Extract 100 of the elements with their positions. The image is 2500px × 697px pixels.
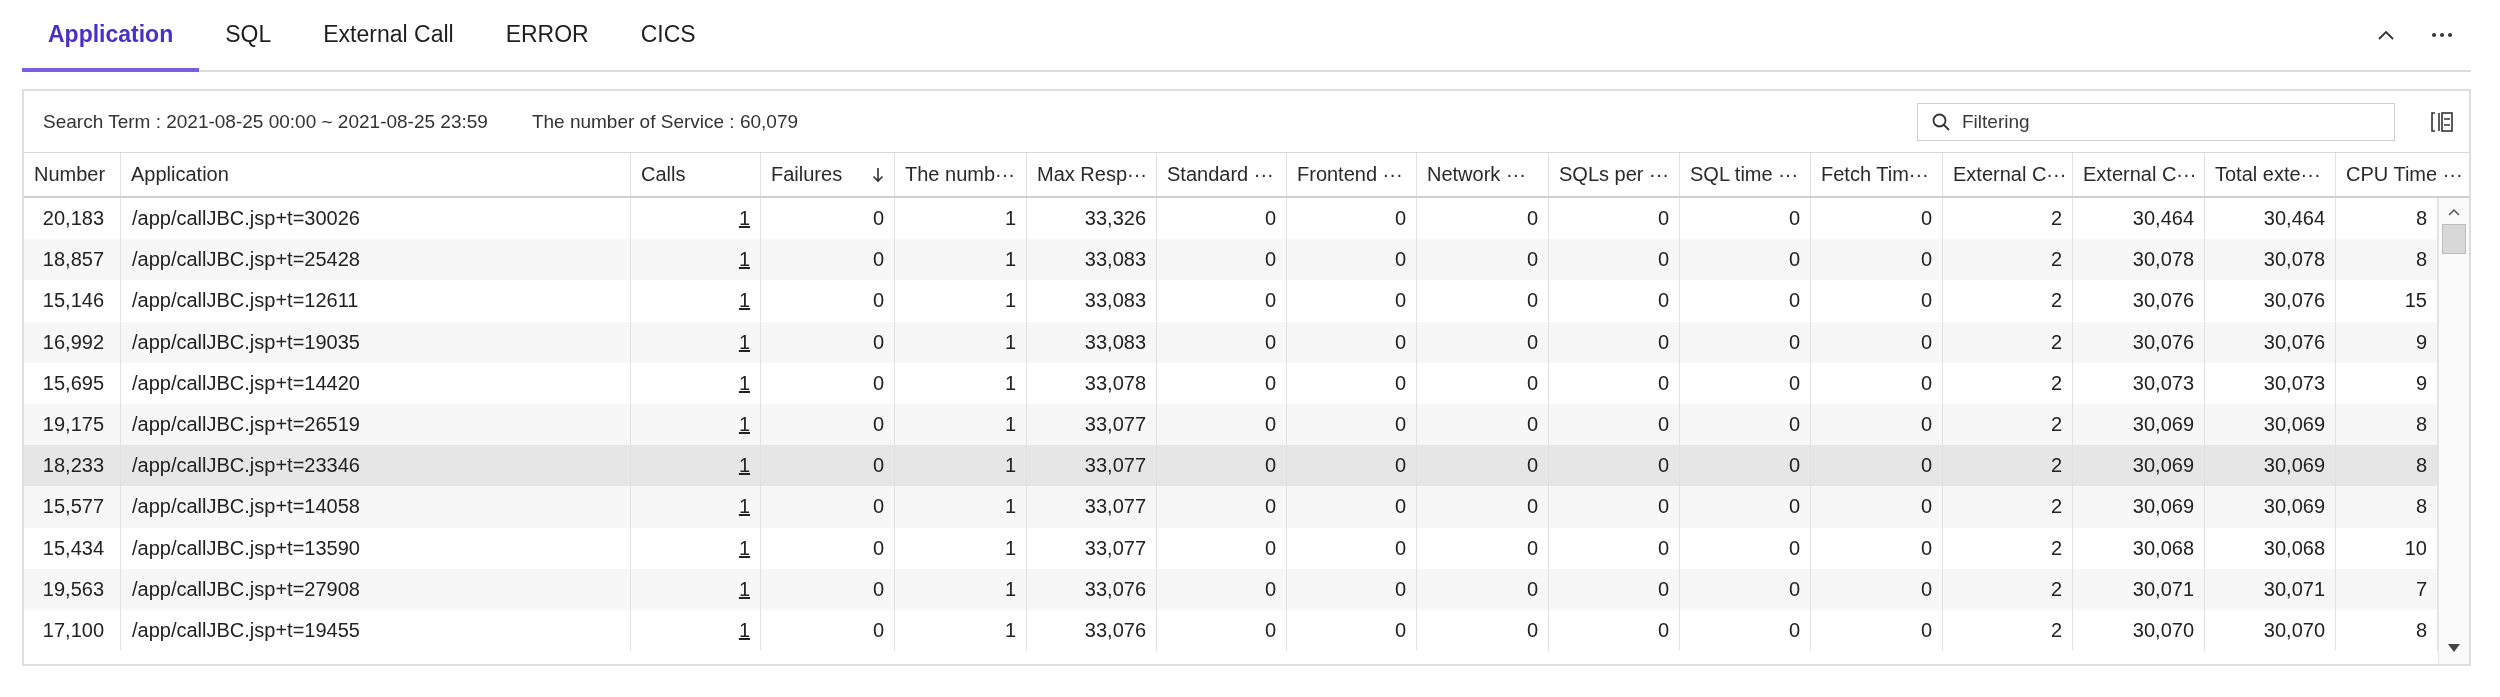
table-cell: 0 — [761, 527, 895, 569]
table-cell: 0 — [1417, 280, 1549, 322]
table-cell: 0 — [761, 568, 895, 610]
table-row[interactable]: 16,992 /app/callJBC.jsp+t=19035 1 0 1 33,083 0 0 0 0 0 0 2 30,076 30,076 9 — [24, 321, 2438, 363]
column-header[interactable]: The numb··· — [905, 163, 1016, 186]
table-cell: 0 — [1417, 362, 1549, 404]
table-cell: 0 — [1549, 527, 1680, 569]
table-cell: 1 — [895, 280, 1027, 322]
column-header[interactable]: Max Resp··· — [1037, 163, 1147, 186]
table-cell: 0 — [1811, 609, 1943, 652]
table-cell: 0 — [1287, 568, 1417, 610]
table-cell: 30,076 — [2205, 280, 2336, 322]
table-cell: 2 — [1943, 568, 2073, 610]
table-cell: /app/callJBC.jsp+t=19455 — [121, 609, 631, 652]
column-header[interactable]: CPU Time ··· — [2346, 163, 2463, 186]
calls-link[interactable]: 1 — [738, 454, 750, 478]
tab[interactable]: CICS — [614, 0, 722, 72]
table-cell: 0 — [1157, 568, 1287, 610]
column-header[interactable]: SQLs per ··· — [1559, 163, 1670, 186]
table-cell: 0 — [1549, 362, 1680, 404]
table-row[interactable]: 18,857 /app/callJBC.jsp+t=25428 1 0 1 33,083 0 0 0 0 0 0 2 30,078 30,078 8 — [24, 239, 2438, 281]
table-row[interactable]: 19,175 /app/callJBC.jsp+t=26519 1 0 1 33,077 0 0 0 0 0 0 2 30,069 30,069 8 — [24, 403, 2438, 446]
calls-link[interactable]: 1 — [738, 371, 750, 395]
calls-link[interactable]: 1 — [738, 495, 750, 519]
column-header[interactable]: SQL time ··· — [1690, 163, 1799, 186]
table-cell: 0 — [1417, 568, 1549, 610]
table-cell: 0 — [1680, 568, 1811, 610]
table-cell: 33,083 — [1027, 280, 1157, 322]
column-header[interactable]: Standard ··· — [1167, 163, 1274, 186]
more-options-icon[interactable] — [2432, 33, 2452, 37]
table-row[interactable]: 18,233 /app/callJBC.jsp+t=23346 1 0 1 33,077 0 0 0 0 0 0 2 30,069 30,069 8 — [24, 445, 2438, 487]
table-cell: 33,083 — [1027, 321, 1157, 363]
table-cell: 0 — [1680, 609, 1811, 652]
table-cell: /app/callJBC.jsp+t=13590 — [121, 527, 631, 569]
table-cell: 0 — [1549, 568, 1680, 610]
column-header[interactable]: Frontend ··· — [1297, 163, 1403, 186]
table-cell: 30,076 — [2073, 321, 2205, 363]
table-cell: 15,695 — [24, 362, 121, 404]
table-cell: 33,077 — [1027, 527, 1157, 569]
table-cell: 30,068 — [2205, 527, 2336, 569]
table-cell: 17,100 — [24, 609, 121, 652]
calls-link[interactable]: 1 — [738, 289, 750, 313]
scrollbar-thumb[interactable] — [2442, 224, 2466, 254]
calls-link[interactable]: 1 — [738, 618, 750, 642]
column-header[interactable]: Total exte··· — [2215, 163, 2321, 186]
scrollbar-track[interactable] — [2438, 198, 2469, 664]
chevron-up-icon[interactable] — [2378, 30, 2394, 40]
table-cell: 30,073 — [2205, 362, 2336, 404]
calls-link[interactable]: 1 — [738, 536, 750, 560]
table-cell: 0 — [1811, 321, 1943, 363]
tab[interactable]: SQL — [199, 0, 298, 72]
table-cell: 0 — [1811, 362, 1943, 404]
table-cell: 0 — [761, 486, 895, 528]
column-header[interactable]: Failures — [771, 163, 843, 186]
table-cell: 30,073 — [2073, 362, 2205, 404]
table-cell: 0 — [1157, 280, 1287, 322]
column-header[interactable]: Application — [131, 163, 229, 186]
sort-arrow-icon[interactable] — [872, 166, 884, 183]
table-cell: 0 — [1811, 486, 1943, 528]
column-header[interactable]: Fetch Tim··· — [1821, 163, 1929, 186]
columns-icon[interactable] — [2431, 111, 2453, 132]
column-header[interactable]: Calls — [641, 163, 686, 186]
table-cell: 2 — [1943, 362, 2073, 404]
table-cell: 2 — [1943, 527, 2073, 569]
calls-link[interactable]: 1 — [738, 207, 750, 231]
table-cell: 30,070 — [2073, 609, 2205, 652]
table-cell: 2 — [1943, 280, 2073, 322]
table-cell: 30,071 — [2205, 568, 2336, 610]
column-header[interactable]: Network ··· — [1427, 163, 1526, 186]
table-cell: /app/callJBC.jsp+t=14058 — [121, 486, 631, 528]
tab[interactable]: ERROR — [479, 0, 615, 72]
calls-link[interactable]: 1 — [738, 248, 750, 272]
calls-link[interactable]: 1 — [738, 577, 750, 601]
calls-link[interactable]: 1 — [738, 330, 750, 354]
table-cell: 2 — [1943, 321, 2073, 363]
tab[interactable]: Application — [22, 0, 200, 72]
table-cell: 33,077 — [1027, 486, 1157, 528]
search-term-text: Search Term : 2021-08-25 00:00 ~ 2021-08-25 23:59 — [43, 110, 488, 133]
table-cell: /app/callJBC.jsp+t=12611 — [121, 280, 631, 322]
table-cell: 0 — [1549, 609, 1680, 652]
table-cell: 16,992 — [24, 321, 121, 363]
table-cell: 0 — [1680, 527, 1811, 569]
table-cell: 19,563 — [24, 568, 121, 610]
filter-field[interactable]: Filtering — [1917, 102, 2395, 141]
table-cell: 0 — [761, 321, 895, 363]
table-row[interactable]: 19,563 /app/callJBC.jsp+t=27908 1 0 1 33,076 0 0 0 0 0 0 2 30,071 30,071 7 — [24, 568, 2438, 610]
caret-up-icon[interactable] — [2448, 208, 2460, 216]
table-row[interactable]: 15,577 /app/callJBC.jsp+t=14058 1 0 1 33,077 0 0 0 0 0 0 2 30,069 30,069 8 — [24, 486, 2438, 528]
table-cell: 0 — [1680, 486, 1811, 528]
column-header[interactable]: External C··· — [2083, 163, 2197, 186]
table-cell: /app/callJBC.jsp+t=14420 — [121, 362, 631, 404]
column-header[interactable]: Number — [34, 163, 106, 186]
calls-link[interactable]: 1 — [738, 413, 750, 437]
table-cell: 0 — [1287, 486, 1417, 528]
table-cell: 1 — [895, 568, 1027, 610]
column-header[interactable]: External C··· — [1953, 163, 2067, 186]
caret-down-icon[interactable] — [2448, 644, 2460, 652]
table-cell: 0 — [1549, 486, 1680, 528]
table-cell: 1 — [895, 527, 1027, 569]
tab[interactable]: External Call — [297, 0, 480, 72]
